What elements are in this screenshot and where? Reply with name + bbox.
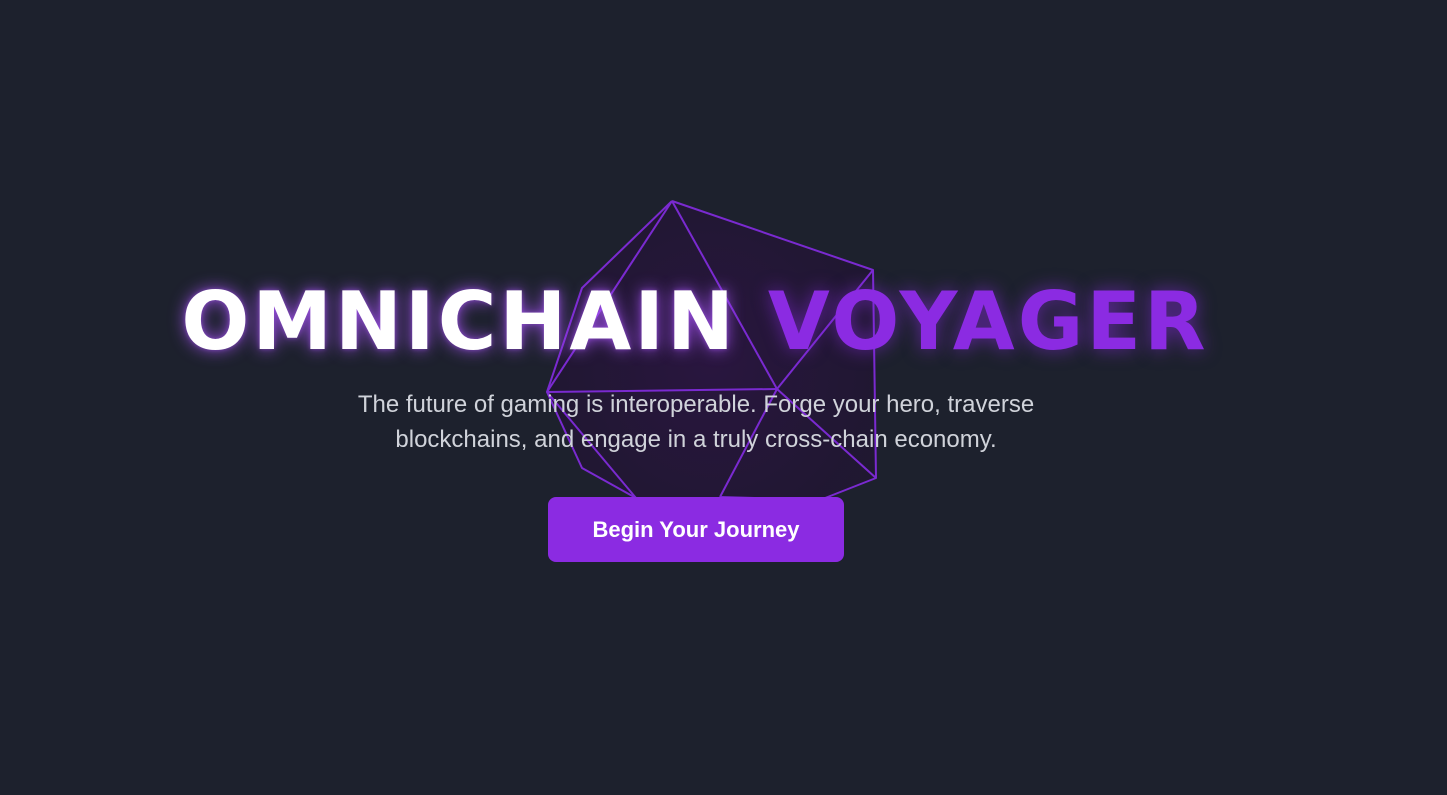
begin-journey-button[interactable]: Begin Your Journey [548, 497, 844, 562]
hero-title: OMNICHAIN VOYAGER [0, 270, 1390, 374]
hero-subtitle: The future of gaming is interoperable. F… [357, 391, 1035, 453]
hero-section: OMNICHAIN VOYAGER The future of gaming i… [0, 0, 1447, 795]
hero-title-omnichain: OMNICHAIN [181, 275, 737, 368]
hero-title-voyager: VOYAGER [767, 275, 1209, 368]
